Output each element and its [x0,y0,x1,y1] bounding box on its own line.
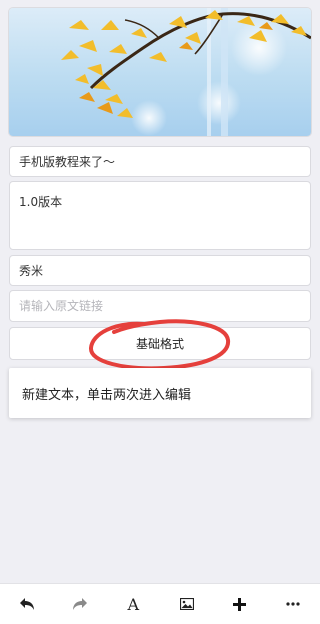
font-icon: A [127,594,140,614]
undo-button[interactable] [13,590,41,618]
base-format-label: 基础格式 [135,337,184,351]
article-title-value: 手机版教程来了～ [19,155,116,169]
source-link-input[interactable] [19,299,301,313]
redo-button[interactable] [66,590,94,618]
article-summary-field[interactable]: 1.0版本 [9,181,311,250]
redo-icon [72,598,87,610]
more-icon [286,602,300,606]
image-icon [179,598,194,610]
add-icon [233,597,247,611]
undo-icon [19,598,34,610]
add-block-button[interactable] [226,590,254,618]
article-title-field[interactable]: 手机版教程来了～ [9,146,311,177]
text-block-placeholder: 新建文本，单击两次进入编辑 [22,387,192,403]
author-value: 秀米 [19,264,44,278]
ginkgo-photo [61,8,311,136]
author-field[interactable]: 秀米 [9,255,311,286]
article-summary-value: 1.0版本 [19,195,63,209]
cover-image[interactable] [9,8,311,136]
source-link-field[interactable] [9,290,311,322]
insert-image-button[interactable] [173,590,201,618]
bottom-toolbar: A [0,583,320,624]
text-block-card[interactable]: 新建文本，单击两次进入编辑 [9,368,311,418]
more-button[interactable] [279,590,307,618]
font-button[interactable]: A [119,590,147,618]
base-format-button[interactable]: 基础格式 [9,327,311,360]
